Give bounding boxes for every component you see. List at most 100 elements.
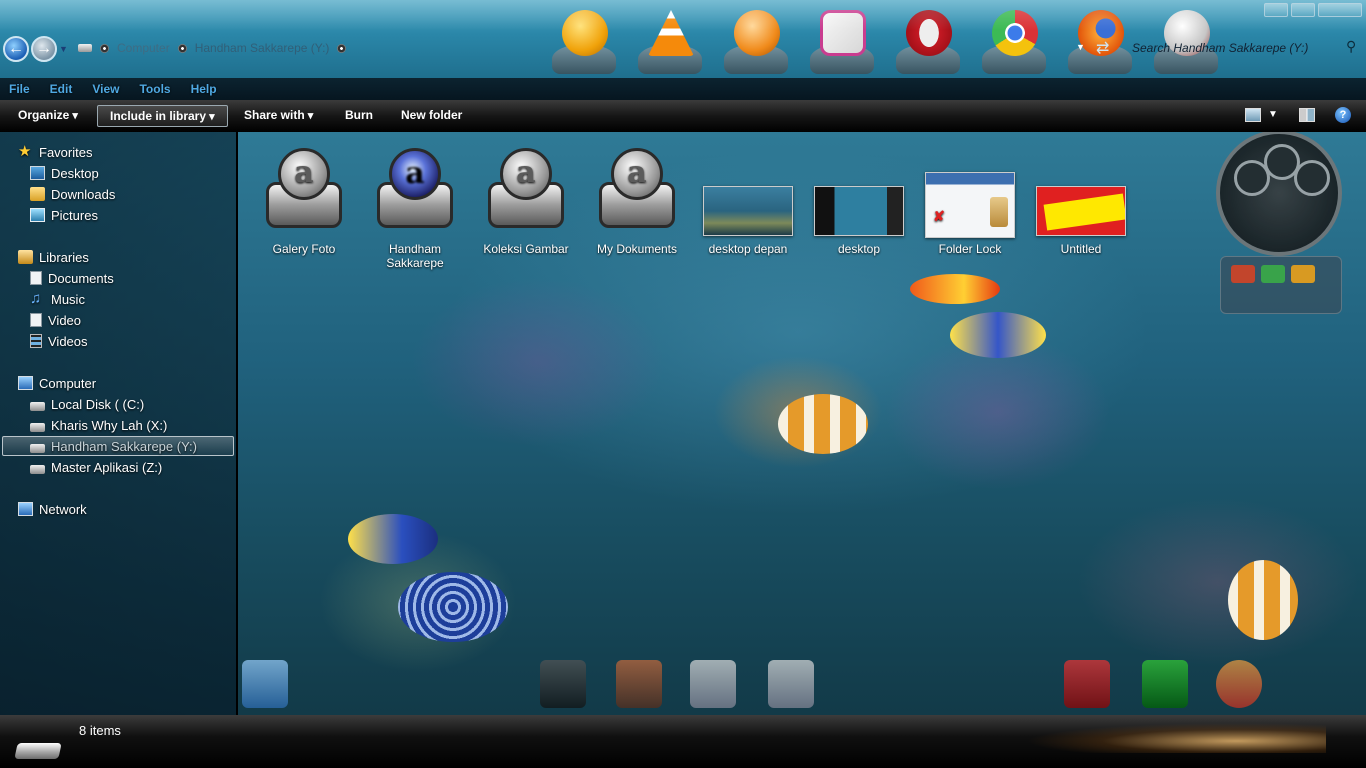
nav-item-desktop[interactable]: Desktop xyxy=(30,163,99,183)
organize-label: Organize xyxy=(18,108,70,122)
music-note-icon: ♫ xyxy=(30,290,42,307)
include-in-library-label: Include in library xyxy=(110,109,207,123)
file-name: Koleksi Gambar xyxy=(483,242,569,256)
title-bar: ← → ▼ Computer Handham Sakkarepe (Y:) ▼ … xyxy=(0,0,1366,78)
wallpaper-fish xyxy=(348,514,438,564)
recent-pages-dropdown[interactable]: ▼ xyxy=(59,44,69,54)
nav-item-drive-z[interactable]: Master Aplikasi (Z:) xyxy=(30,457,162,477)
wallpaper-fish xyxy=(398,572,508,642)
file-item-handham-sakkarepe[interactable]: a Handham Sakkarepe xyxy=(365,140,465,270)
star-icon: ★ xyxy=(18,143,32,160)
wallpaper-fish xyxy=(910,274,1000,304)
nav-item-label: Desktop xyxy=(51,165,99,181)
view-options-dropdown-icon[interactable]: ▼ xyxy=(1268,109,1284,123)
nav-network[interactable]: Network xyxy=(18,499,87,519)
file-name: desktop depan xyxy=(708,242,788,256)
share-with-button[interactable]: Share with xyxy=(236,105,321,127)
drive-folder-icon: a xyxy=(482,148,570,238)
nav-item-label: Kharis Why Lah (X:) xyxy=(51,417,168,433)
file-name: My Dokuments xyxy=(596,242,678,256)
image-thumbnail xyxy=(814,186,904,236)
nav-libraries[interactable]: Libraries xyxy=(18,247,89,267)
nav-favorites[interactable]: ★ Favorites xyxy=(18,142,92,162)
menu-tools[interactable]: Tools xyxy=(139,82,170,96)
breadcrumb-separator-icon[interactable] xyxy=(337,43,347,53)
nav-libraries-label: Libraries xyxy=(39,249,89,265)
file-name: desktop xyxy=(837,242,881,256)
nav-item-videos[interactable]: Videos xyxy=(30,331,88,351)
minimize-button[interactable] xyxy=(1264,3,1288,17)
file-item-desktop[interactable]: desktop xyxy=(809,140,909,256)
nav-computer[interactable]: Computer xyxy=(18,373,96,393)
network-icon xyxy=(18,502,33,516)
menu-help[interactable]: Help xyxy=(191,82,217,96)
nav-item-drive-c[interactable]: Local Disk ( (C:) xyxy=(30,394,144,414)
nav-item-drive-x[interactable]: Kharis Why Lah (X:) xyxy=(30,415,167,435)
nav-item-video[interactable]: Video xyxy=(30,310,81,330)
file-item-galery-foto[interactable]: a Galery Foto xyxy=(254,140,354,256)
file-item-desktop-depan[interactable]: desktop depan xyxy=(698,140,798,256)
nav-item-label: Documents xyxy=(48,270,114,286)
file-name: Handham Sakkarepe xyxy=(386,242,444,270)
nav-item-label: Pictures xyxy=(51,207,98,223)
nav-item-label: Videos xyxy=(48,333,88,349)
wallpaper-fish xyxy=(778,394,868,454)
file-item-koleksi-gambar[interactable]: a Koleksi Gambar xyxy=(476,140,576,256)
navigation-pane: ★ Favorites Desktop Downloads Pictures L… xyxy=(0,132,236,715)
nav-item-downloads[interactable]: Downloads xyxy=(30,184,115,204)
special-drive-folder-icon: a xyxy=(371,148,459,238)
menu-view[interactable]: View xyxy=(92,82,119,96)
image-thumbnail xyxy=(703,186,793,236)
file-list[interactable]: a Galery Foto a Handham Sakkarepe a Kole… xyxy=(238,132,1366,715)
preview-pane-icon[interactable] xyxy=(1299,108,1315,122)
drive-folder-icon: a xyxy=(593,148,681,238)
maximize-button[interactable] xyxy=(1291,3,1315,17)
address-bar[interactable]: Computer Handham Sakkarepe (Y:) xyxy=(78,38,347,58)
breadcrumb-computer[interactable]: Computer xyxy=(117,41,170,55)
wallpaper-dock xyxy=(550,4,1220,74)
downloads-folder-icon xyxy=(30,187,45,201)
nav-item-drive-y[interactable]: Handham Sakkarepe (Y:) xyxy=(2,436,234,456)
nav-item-music[interactable]: ♫ Music xyxy=(30,289,85,309)
refresh-icon[interactable]: ⇄ xyxy=(1096,38,1109,58)
film-icon xyxy=(30,334,42,348)
nav-item-label: Master Aplikasi (Z:) xyxy=(51,459,163,475)
close-button[interactable] xyxy=(1318,3,1362,17)
drive-icon xyxy=(30,444,45,453)
opera-app-icon xyxy=(894,4,962,74)
wallpaper-fish xyxy=(1228,560,1298,640)
address-history-dropdown[interactable]: ▼ xyxy=(1076,42,1085,52)
pictures-icon xyxy=(30,208,45,222)
help-icon[interactable]: ? xyxy=(1335,107,1351,123)
organize-button[interactable]: Organize xyxy=(10,105,86,127)
nav-item-pictures[interactable]: Pictures xyxy=(30,205,98,225)
status-bar: 8 items xyxy=(0,715,1366,768)
vlc-app-icon xyxy=(636,4,704,74)
forward-button[interactable]: → xyxy=(31,36,57,62)
new-folder-button[interactable]: New folder xyxy=(393,105,470,127)
file-name: Folder Lock xyxy=(938,242,1002,256)
back-button[interactable]: ← xyxy=(3,36,29,62)
documents-icon xyxy=(30,271,42,285)
menu-edit[interactable]: Edit xyxy=(50,82,73,96)
change-view-icon[interactable] xyxy=(1245,108,1261,122)
chrome-app-icon xyxy=(980,4,1048,74)
drive-icon xyxy=(30,423,45,432)
image-thumbnail: ✘ xyxy=(925,172,1015,238)
nav-item-documents[interactable]: Documents xyxy=(30,268,114,288)
file-item-my-dokuments[interactable]: a My Dokuments xyxy=(587,140,687,256)
nav-item-label: Local Disk ( (C:) xyxy=(51,396,145,412)
file-name: Untitled xyxy=(1060,242,1102,256)
include-in-library-button[interactable]: Include in library xyxy=(97,105,228,127)
menu-file[interactable]: File xyxy=(9,82,30,96)
search-input[interactable]: Search Handham Sakkarepe (Y:) xyxy=(1126,38,1348,58)
breadcrumb-separator-icon[interactable] xyxy=(177,43,187,53)
nav-item-label: Music xyxy=(51,291,85,307)
clock-app-icon xyxy=(550,4,618,74)
search-icon[interactable]: ⚲ xyxy=(1346,38,1356,55)
burn-button[interactable]: Burn xyxy=(337,105,381,127)
breadcrumb-current-drive[interactable]: Handham Sakkarepe (Y:) xyxy=(195,41,330,55)
breadcrumb-separator-icon[interactable] xyxy=(100,43,109,53)
file-item-untitled[interactable]: Untitled xyxy=(1031,140,1131,256)
file-item-folder-lock[interactable]: ✘ Folder Lock xyxy=(920,140,1020,256)
